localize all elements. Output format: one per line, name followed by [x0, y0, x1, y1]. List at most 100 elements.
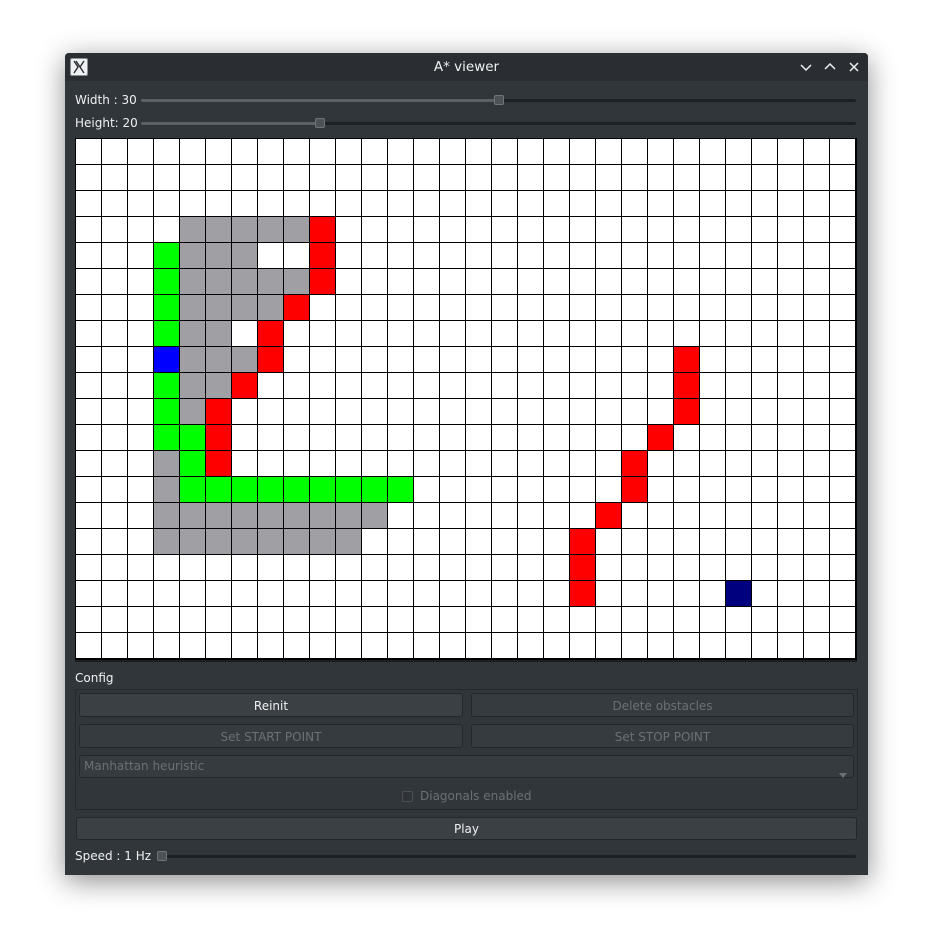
grid-cell[interactable] [674, 581, 699, 606]
grid-cell[interactable] [622, 321, 647, 346]
grid-cell[interactable] [700, 191, 725, 216]
grid-cell[interactable] [752, 555, 777, 580]
grid-cell[interactable] [674, 607, 699, 632]
grid-cell[interactable] [440, 295, 465, 320]
grid-cell-obstacle[interactable] [674, 347, 699, 372]
grid-cell[interactable] [232, 425, 257, 450]
grid-cell[interactable] [362, 139, 387, 164]
grid-cell[interactable] [284, 321, 309, 346]
grid-cell-path[interactable] [154, 295, 179, 320]
grid-cell[interactable] [830, 165, 855, 190]
grid-cell[interactable] [726, 503, 751, 528]
grid-cell[interactable] [544, 425, 569, 450]
grid-cell[interactable] [570, 477, 595, 502]
grid-cell-path[interactable] [284, 477, 309, 502]
grid-cell[interactable] [492, 243, 517, 268]
grid-cell-explored[interactable] [206, 269, 231, 294]
grid-cell[interactable] [284, 555, 309, 580]
grid-cell-explored[interactable] [206, 295, 231, 320]
grid-cell[interactable] [258, 165, 283, 190]
grid-cell[interactable] [258, 581, 283, 606]
grid-cell[interactable] [570, 295, 595, 320]
grid-cell[interactable] [440, 607, 465, 632]
grid-cell[interactable] [492, 165, 517, 190]
grid-cell[interactable] [674, 217, 699, 242]
grid-cell-explored[interactable] [206, 529, 231, 554]
grid-cell[interactable] [544, 295, 569, 320]
grid-cell[interactable] [440, 217, 465, 242]
grid-cell[interactable] [622, 607, 647, 632]
grid-cell[interactable] [544, 399, 569, 424]
grid-cell[interactable] [414, 555, 439, 580]
grid-cell[interactable] [518, 373, 543, 398]
grid-cell[interactable] [752, 191, 777, 216]
grid-cell-explored[interactable] [154, 529, 179, 554]
grid-cell[interactable] [570, 451, 595, 476]
grid-cell[interactable] [206, 581, 231, 606]
grid-cell-explored[interactable] [180, 321, 205, 346]
grid-cell-path[interactable] [388, 477, 413, 502]
grid-cell-explored[interactable] [232, 217, 257, 242]
grid-cell[interactable] [492, 425, 517, 450]
grid-cell[interactable] [622, 243, 647, 268]
grid-cell[interactable] [518, 399, 543, 424]
grid-cell[interactable] [466, 321, 491, 346]
grid-cell-explored[interactable] [180, 269, 205, 294]
grid-cell[interactable] [362, 295, 387, 320]
grid-cell[interactable] [492, 581, 517, 606]
grid-cell[interactable] [206, 633, 231, 658]
grid-cell[interactable] [830, 451, 855, 476]
grid-cell[interactable] [362, 399, 387, 424]
grid-cell[interactable] [102, 373, 127, 398]
grid-cell[interactable] [388, 217, 413, 242]
grid-cell-explored[interactable] [258, 269, 283, 294]
grid-cell[interactable] [622, 503, 647, 528]
grid-cell[interactable] [596, 477, 621, 502]
grid-cell[interactable] [180, 555, 205, 580]
grid-cell[interactable] [362, 581, 387, 606]
grid-cell[interactable] [492, 555, 517, 580]
grid-cell[interactable] [310, 295, 335, 320]
grid-cell[interactable] [492, 295, 517, 320]
grid-cell-explored[interactable] [154, 477, 179, 502]
grid-cell[interactable] [648, 191, 673, 216]
grid-cell[interactable] [102, 633, 127, 658]
grid-cell[interactable] [128, 217, 153, 242]
grid-cell-obstacle[interactable] [206, 451, 231, 476]
grid-cell[interactable] [414, 373, 439, 398]
grid-cell[interactable] [414, 191, 439, 216]
grid-cell[interactable] [674, 165, 699, 190]
grid-cell[interactable] [544, 581, 569, 606]
grid-cell[interactable] [336, 295, 361, 320]
grid-cell[interactable] [128, 503, 153, 528]
grid-cell-path[interactable] [154, 425, 179, 450]
grid-cell[interactable] [804, 347, 829, 372]
grid-cell[interactable] [466, 425, 491, 450]
grid-cell[interactable] [310, 165, 335, 190]
grid-cell[interactable] [648, 607, 673, 632]
grid-cell[interactable] [804, 191, 829, 216]
grid-cell[interactable] [804, 217, 829, 242]
grid-cell[interactable] [362, 191, 387, 216]
grid-cell[interactable] [232, 399, 257, 424]
grid-cell[interactable] [362, 451, 387, 476]
grid-cell[interactable] [284, 165, 309, 190]
grid-cell[interactable] [102, 347, 127, 372]
grid-cell[interactable] [362, 165, 387, 190]
grid-cell[interactable] [752, 581, 777, 606]
grid-cell[interactable] [570, 269, 595, 294]
grid-cell[interactable] [830, 373, 855, 398]
grid-cell[interactable] [726, 269, 751, 294]
grid-cell[interactable] [674, 139, 699, 164]
grid-cell[interactable] [570, 373, 595, 398]
grid-cell[interactable] [518, 451, 543, 476]
grid-cell[interactable] [336, 555, 361, 580]
grid-cell[interactable] [700, 529, 725, 554]
grid-cell[interactable] [76, 139, 101, 164]
grid-cell[interactable] [388, 607, 413, 632]
grid-cell-explored[interactable] [232, 243, 257, 268]
grid-cell[interactable] [518, 321, 543, 346]
grid-cell[interactable] [76, 477, 101, 502]
grid-cell-explored[interactable] [336, 529, 361, 554]
grid-cell[interactable] [830, 139, 855, 164]
